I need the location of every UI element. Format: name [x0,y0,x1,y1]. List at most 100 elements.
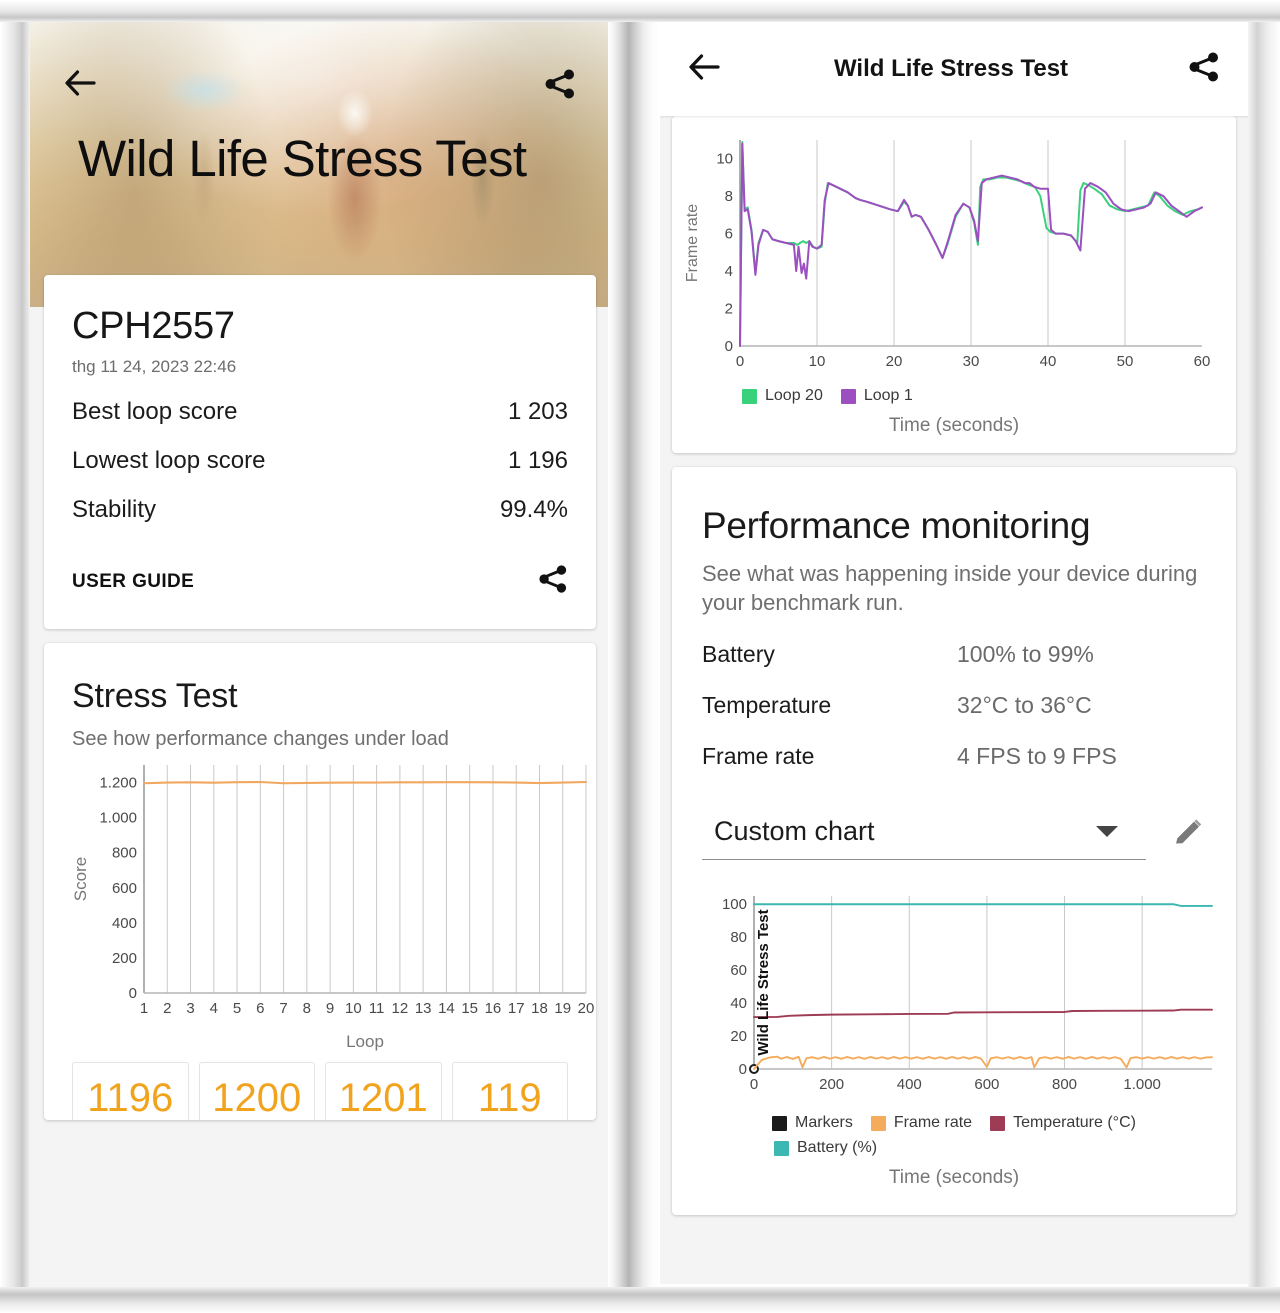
svg-text:9: 9 [326,1000,334,1017]
user-guide-button[interactable]: USER GUIDE [72,571,194,593]
svg-text:12: 12 [392,1000,409,1017]
loop-score-list: 1196 1200 1201 119 [72,1062,568,1120]
svg-text:7: 7 [279,1000,287,1017]
svg-text:800: 800 [1052,1076,1077,1093]
svg-text:0: 0 [739,1061,747,1078]
svg-text:Frame rate: Frame rate [684,204,701,282]
chart-type-dropdown[interactable]: Custom chart [702,812,1146,860]
legend-item-frame-rate[interactable]: Frame rate [871,1114,972,1132]
svg-text:13: 13 [415,1000,432,1017]
hero-icon-row [30,68,610,105]
legend-label: Loop 20 [765,387,823,405]
page-fold [608,0,660,1313]
loop-score-item[interactable]: 1200 [199,1062,316,1120]
svg-text:17: 17 [508,1000,525,1017]
svg-text:60: 60 [730,962,747,979]
svg-text:1.200: 1.200 [99,775,137,792]
svg-text:16: 16 [485,1000,502,1017]
legend-swatch-battery [774,1141,789,1156]
perf-row-battery: Battery 100% to 99% [702,641,1206,668]
svg-text:18: 18 [531,1000,548,1017]
stat-label: Lowest loop score [72,447,265,475]
svg-text:14: 14 [438,1000,455,1017]
perf-value: 100% to 99% [957,641,1094,668]
page-edge-right [1248,0,1280,1313]
screenshot-page: Wild Life Stress Test CPH2557 thg 11 24,… [0,0,1280,1313]
svg-text:400: 400 [112,915,137,932]
svg-text:4: 4 [725,263,733,280]
stress-test-subtitle: See how performance changes under load [72,728,568,751]
pencil-icon[interactable] [1170,816,1206,857]
svg-text:5: 5 [233,1000,241,1017]
legend-swatch-loop-20 [742,389,757,404]
loop-score-item[interactable]: 1201 [325,1062,442,1120]
svg-text:0: 0 [725,338,733,355]
stat-value: 1 203 [508,398,568,426]
legend-label: Temperature (°C) [1013,1114,1136,1132]
summary-card: CPH2557 thg 11 24, 2023 22:46 Best loop … [44,275,596,629]
svg-text:20: 20 [578,1000,595,1017]
loop-score-value: 119 [478,1076,542,1120]
legend-label: Markers [795,1114,853,1132]
svg-text:50: 50 [1117,353,1134,370]
share-icon[interactable] [1188,51,1220,88]
perf-label: Temperature [702,692,957,719]
custom-chart-container: 02040608010002004006008001.000Wild Life … [702,882,1206,1112]
legend-label: Battery (%) [797,1139,877,1157]
legend-item-markers[interactable]: Markers [772,1114,853,1132]
legend-label: Loop 1 [864,387,913,405]
svg-text:200: 200 [112,950,137,967]
svg-text:3: 3 [186,1000,194,1017]
legend-item-loop-1[interactable]: Loop 1 [841,387,913,405]
loop-score-item[interactable]: 119 [452,1062,569,1120]
svg-text:19: 19 [554,1000,571,1017]
svg-text:1: 1 [140,1000,148,1017]
svg-text:400: 400 [897,1076,922,1093]
svg-text:0: 0 [129,985,137,1002]
perf-row-frame-rate: Frame rate 4 FPS to 9 FPS [702,743,1206,770]
page-edge-left [0,0,30,1313]
svg-text:200: 200 [819,1076,844,1093]
legend-swatch-temperature [990,1116,1005,1131]
svg-text:80: 80 [730,929,747,946]
svg-text:20: 20 [886,353,903,370]
perf-label: Frame rate [702,743,957,770]
stat-row-stability: Stability 99.4% [72,475,568,524]
legend-item-loop-20[interactable]: Loop 20 [742,387,823,405]
stress-test-card: Stress Test See how performance changes … [44,643,596,1120]
svg-text:Wild Life Stress Test: Wild Life Stress Test [755,909,772,1055]
chart-select-row: Custom chart [702,812,1206,860]
stat-value: 99.4% [500,496,568,524]
legend-item-battery[interactable]: Battery (%) [702,1139,1206,1157]
svg-text:100: 100 [722,896,747,913]
svg-text:30: 30 [963,353,980,370]
user-guide-row: USER GUIDE [72,524,568,611]
svg-text:600: 600 [974,1076,999,1093]
svg-text:600: 600 [112,880,137,897]
loop-score-item[interactable]: 1196 [72,1062,189,1120]
frame-rate-card: 02468100102030405060Frame rate Loop 20 L… [672,116,1236,453]
page-edge-bottom [0,1287,1280,1313]
svg-text:15: 15 [461,1000,478,1017]
device-name: CPH2557 [72,305,568,348]
svg-text:4: 4 [210,1000,218,1017]
frame-rate-xaxis-caption: Time (seconds) [684,415,1224,437]
svg-text:11: 11 [369,1000,385,1017]
share-icon[interactable] [544,68,576,105]
svg-text:40: 40 [1040,353,1057,370]
svg-text:8: 8 [303,1000,311,1017]
svg-text:10: 10 [345,1000,362,1017]
svg-text:0: 0 [736,353,744,370]
back-arrow-icon[interactable] [64,68,98,105]
svg-text:10: 10 [716,151,733,168]
svg-text:20: 20 [730,1028,747,1045]
chevron-down-icon [1096,826,1118,837]
svg-text:0: 0 [750,1076,758,1093]
share-icon[interactable] [538,564,568,599]
legend-swatch-frame-rate [871,1116,886,1131]
stat-row-best-loop-score: Best loop score 1 203 [72,377,568,426]
legend-item-temperature[interactable]: Temperature (°C) [990,1114,1136,1132]
chart-type-value: Custom chart [714,816,875,847]
stress-test-title: Stress Test [72,677,568,716]
svg-text:2: 2 [725,301,733,318]
